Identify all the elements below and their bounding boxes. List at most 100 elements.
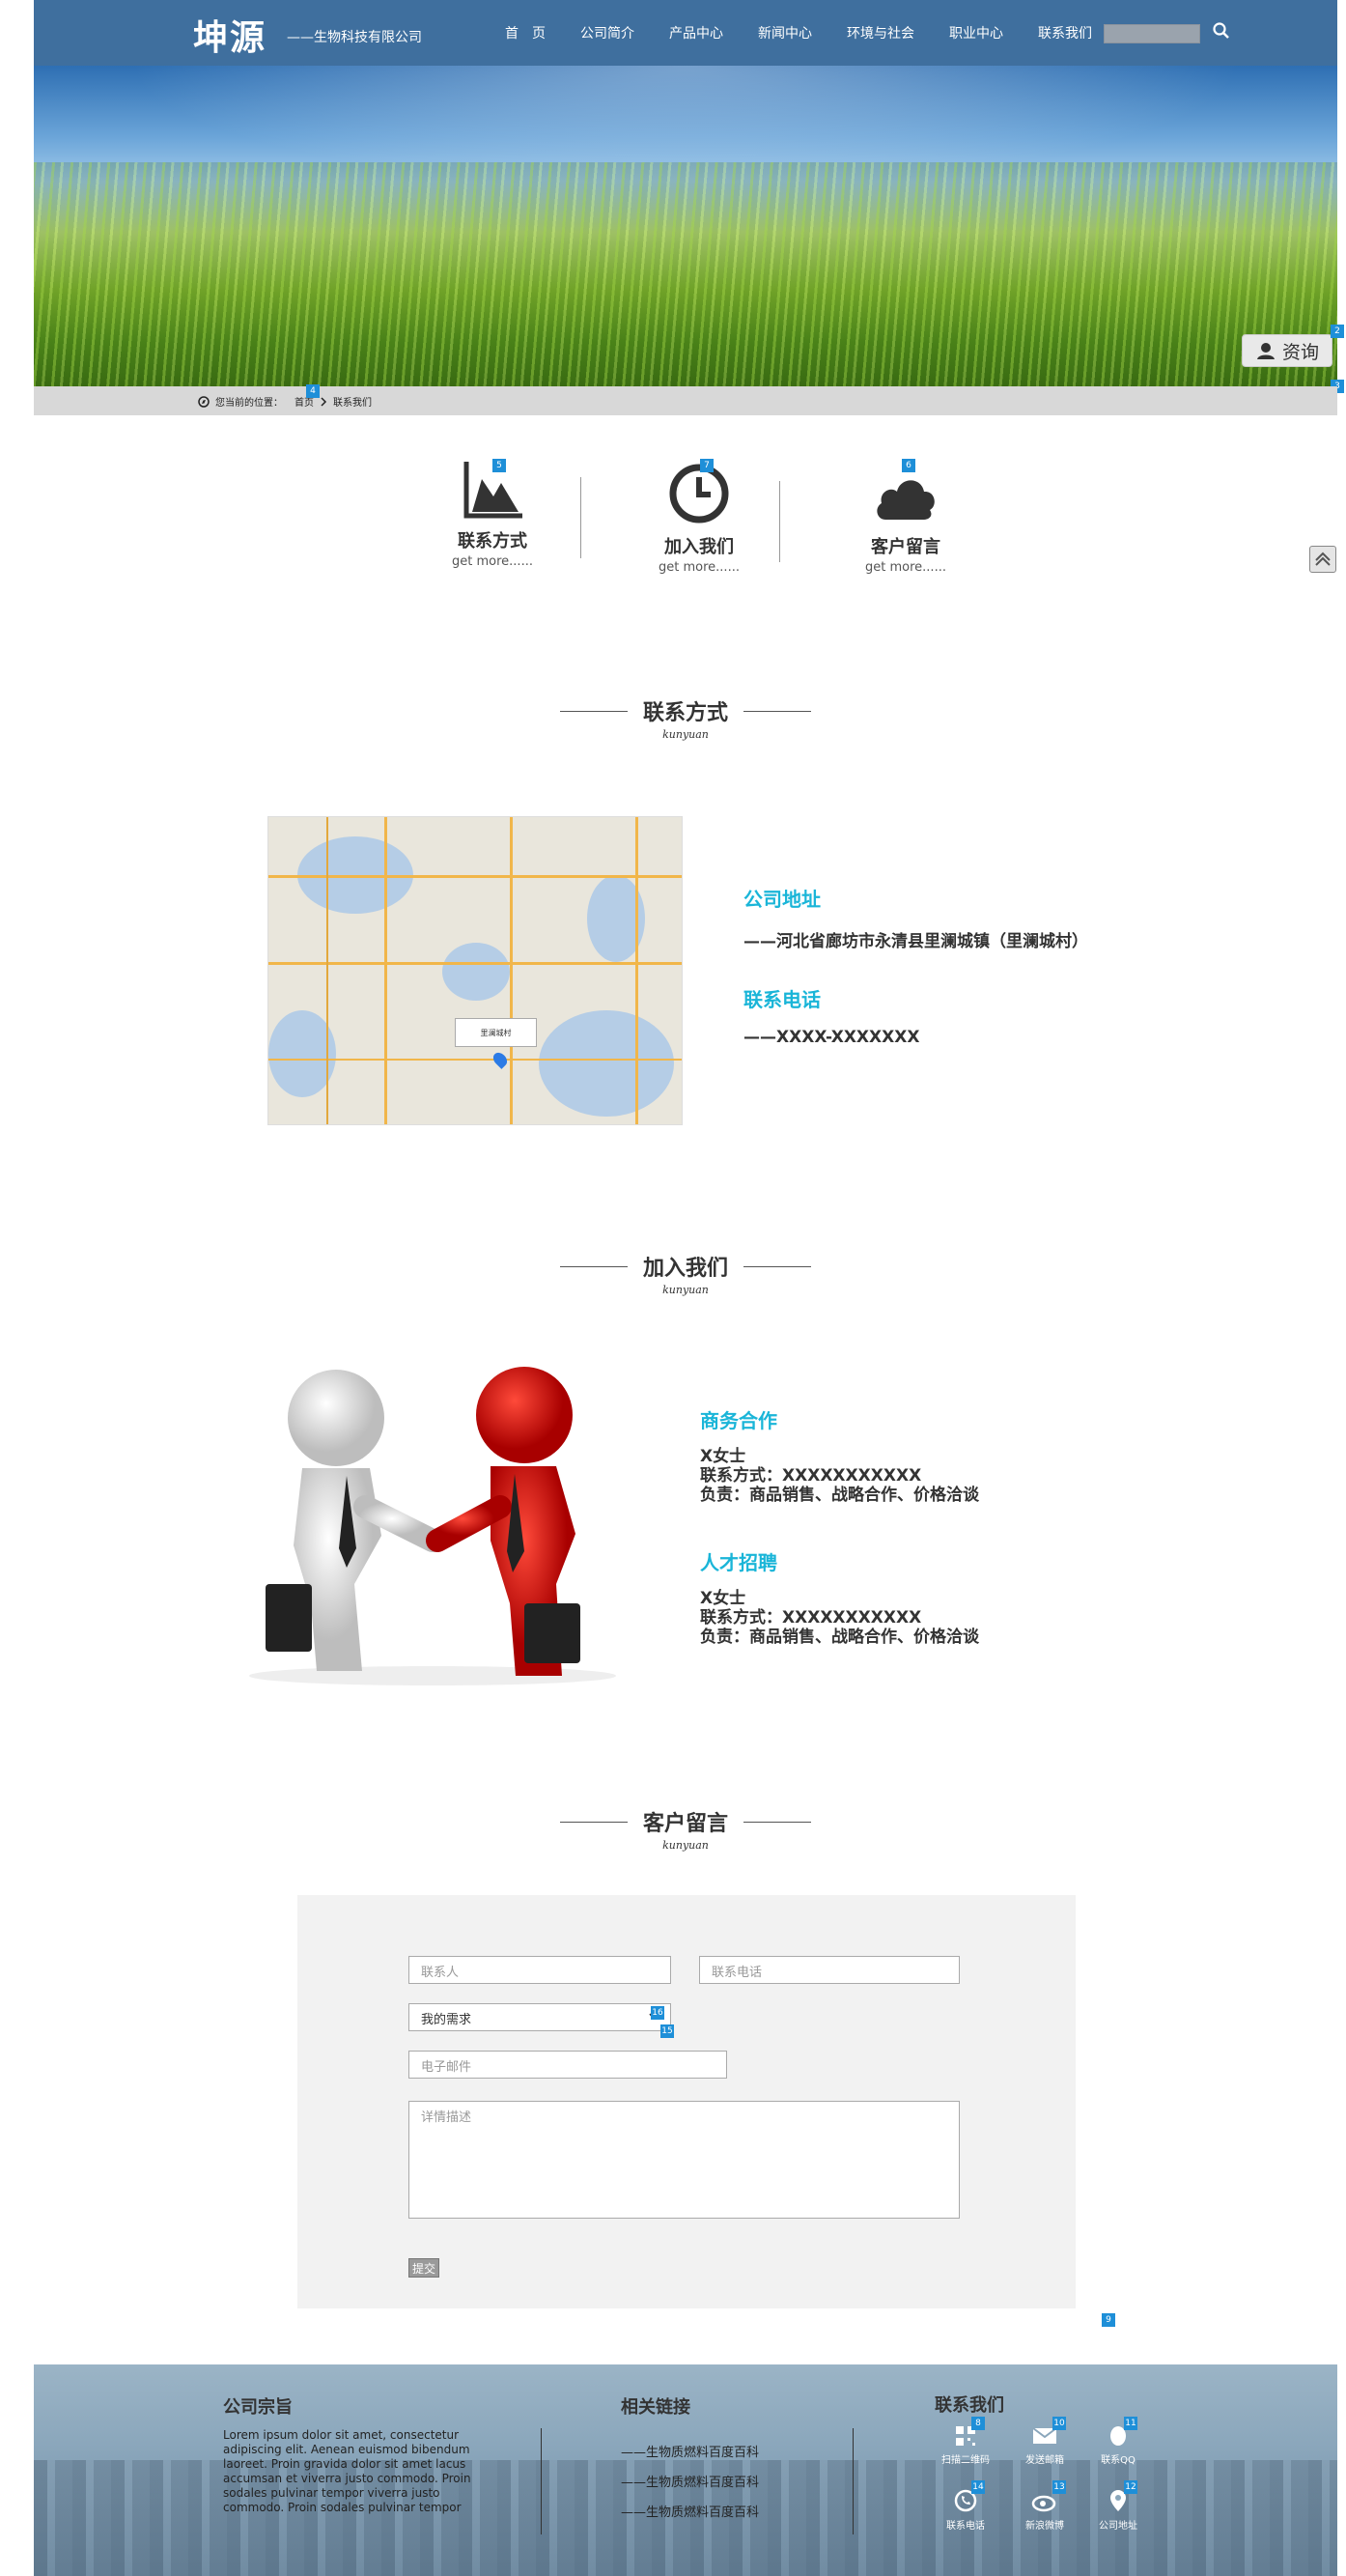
contact-phone-field[interactable]: 联系电话	[699, 1956, 960, 1984]
user-icon	[1256, 343, 1275, 359]
consult-button[interactable]: 资询	[1242, 334, 1332, 367]
contact-info: 公司地址 ——河北省廊坊市永清县里澜城镇（里澜城村） 联系电话 ——XXXX-X…	[743, 884, 1088, 1080]
footer-about: 公司宗旨 Lorem ipsum dolor sit amet, consect…	[223, 2393, 493, 2515]
footer-divider	[853, 2428, 854, 2534]
talent-contact: 联系方式：XXXXXXXXXXX	[700, 1608, 922, 1628]
category-join[interactable]: 加入我们 get more......	[631, 460, 767, 575]
business-duty: 负责：商品销售、战略合作、价格洽谈	[700, 1486, 979, 1505]
email-label: 发送邮箱	[1025, 2455, 1064, 2466]
category-title: 客户留言	[871, 537, 940, 557]
location-map[interactable]: 里澜城村	[267, 816, 683, 1125]
page-root: 坤源 ——生物科技有限公司 首 页 公司简介 产品中心 新闻中心 环境与社会 职…	[0, 0, 1346, 2576]
footer-contact-icons: 扫描二维码 8 发送邮箱 10 联系QQ 11 联系电话 14 新浪微博 13 …	[937, 2417, 1168, 2560]
qrcode-item[interactable]: 扫描二维码 8	[937, 2417, 995, 2466]
footer-links-title: 相关链接	[621, 2397, 690, 2418]
nav-item-products[interactable]: 产品中心	[652, 23, 741, 42]
category-title: 联系方式	[458, 531, 527, 552]
nav-item-home[interactable]: 首 页	[488, 23, 563, 42]
business-block: 商务合作 X女士 联系方式：XXXXXXXXXXX 负责：商品销售、战略合作、价…	[700, 1405, 979, 1505]
footer-contact-title: 联系我们	[935, 2395, 1004, 2416]
need-select[interactable]: 我的需求	[408, 2003, 671, 2031]
footer-about-text: Lorem ipsum dolor sit amet, consectetur …	[223, 2428, 471, 2514]
section-subtitle: kunyuan	[662, 1284, 709, 1296]
weibo-label: 新浪微博	[1025, 2521, 1064, 2532]
nav-item-environment[interactable]: 环境与社会	[829, 23, 932, 42]
category-more[interactable]: get more......	[838, 560, 973, 575]
compass-icon	[198, 395, 210, 408]
badge-8: 8	[971, 2417, 985, 2430]
clock-icon	[669, 464, 729, 524]
badge-12: 12	[1124, 2480, 1137, 2494]
nav-item-contact[interactable]: 联系我们	[1021, 23, 1109, 42]
hero-banner	[34, 66, 1337, 386]
map-pin-icon	[491, 1050, 510, 1069]
badge-9: 9	[1102, 2313, 1115, 2327]
logo-subtitle: ——生物科技有限公司	[287, 30, 422, 45]
address-value: ——河北省廊坊市永清县里澜城镇（里澜城村）	[743, 932, 1088, 951]
category-more[interactable]: get more......	[631, 560, 767, 575]
nav-item-news[interactable]: 新闻中心	[741, 23, 829, 42]
phone-label: 联系电话	[946, 2521, 985, 2532]
chevron-right-icon	[321, 396, 327, 407]
divider	[580, 477, 581, 558]
email-item[interactable]: 发送邮箱 10	[1016, 2417, 1074, 2466]
badge-10: 10	[1052, 2417, 1066, 2430]
search-input[interactable]	[1104, 24, 1200, 43]
phone-item[interactable]: 联系电话 14	[937, 2480, 995, 2532]
weibo-item[interactable]: 新浪微博 13	[1016, 2480, 1074, 2532]
main-nav: 首 页 公司简介 产品中心 新闻中心 环境与社会 职业中心 联系我们	[488, 23, 1109, 42]
message-form: 联系人 联系电话 我的需求 16 15 电子邮件 详情描述 提交	[297, 1895, 1076, 2308]
badge-13: 13	[1052, 2480, 1066, 2494]
category-message[interactable]: 客户留言 get more......	[838, 460, 973, 575]
section-subtitle: kunyuan	[662, 1839, 709, 1852]
detail-textarea[interactable]: 详情描述	[408, 2101, 960, 2219]
search-icon[interactable]	[1212, 21, 1231, 41]
need-select-value: 我的需求	[421, 2013, 472, 2027]
business-name: X女士	[700, 1447, 746, 1466]
handshake-image	[225, 1362, 640, 1685]
footer-contact: 联系我们	[935, 2392, 1004, 2417]
nav-item-careers[interactable]: 职业中心	[932, 23, 1021, 42]
badge-11: 11	[1124, 2417, 1137, 2430]
badge-6: 6	[902, 459, 915, 472]
chevron-up-icon	[1315, 552, 1331, 566]
footer-link[interactable]: ——生物质燃料百度百科	[621, 2442, 759, 2460]
consult-label: 资询	[1281, 341, 1319, 363]
breadcrumb-prefix: 您当前的位置：	[215, 398, 283, 409]
submit-button[interactable]: 提交	[408, 2258, 439, 2278]
talent-name: X女士	[700, 1589, 746, 1608]
section-subtitle: kunyuan	[662, 728, 709, 741]
section-heading: 联系方式	[642, 701, 728, 725]
phone-label: 联系电话	[743, 988, 821, 1011]
join-info: 商务合作 X女士 联系方式：XXXXXXXXXXX 负责：商品销售、战略合作、价…	[700, 1405, 979, 1689]
breadcrumb: 您当前的位置： 首页 联系我们 4	[34, 384, 1337, 415]
footer-link[interactable]: ——生物质燃料百度百科	[621, 2472, 759, 2490]
badge-14: 14	[971, 2480, 985, 2494]
qq-item[interactable]: 联系QQ 11	[1089, 2417, 1147, 2466]
footer-links: 相关链接 ——生物质燃料百度百科 ——生物质燃料百度百科 ——生物质燃料百度百科	[621, 2393, 759, 2520]
section-heading: 客户留言	[642, 1812, 728, 1836]
contact-name-field[interactable]: 联系人	[408, 1956, 671, 1984]
business-contact: 联系方式：XXXXXXXXXXX	[700, 1466, 922, 1486]
address-item[interactable]: 公司地址 12	[1089, 2480, 1147, 2532]
badge-2: 2	[1331, 325, 1344, 338]
breadcrumb-current: 联系我们	[333, 398, 372, 409]
footer-link[interactable]: ——生物质燃料百度百科	[621, 2502, 759, 2520]
badge-4: 4	[306, 384, 320, 398]
badge-7: 7	[700, 459, 714, 472]
phone-value: ——XXXX-XXXXXXX	[743, 1028, 920, 1047]
logo[interactable]: 坤源	[193, 10, 266, 60]
qq-label: 联系QQ	[1101, 2455, 1136, 2466]
nav-item-about[interactable]: 公司简介	[563, 23, 652, 42]
qrcode-label: 扫描二维码	[941, 2455, 990, 2466]
category-more[interactable]: get more......	[425, 554, 560, 569]
email-field[interactable]: 电子邮件	[408, 2051, 727, 2079]
back-to-top-button[interactable]	[1309, 546, 1336, 573]
talent-block: 人才招聘 X女士 联系方式：XXXXXXXXXXX 负责：商品销售、战略合作、价…	[700, 1547, 979, 1647]
divider	[779, 481, 780, 562]
address-label: 公司地址	[1099, 2521, 1137, 2532]
talent-duty: 负责：商品销售、战略合作、价格洽谈	[700, 1628, 979, 1647]
footer-divider	[541, 2428, 542, 2534]
map-popup: 里澜城村	[455, 1018, 537, 1047]
badge-5: 5	[492, 459, 506, 472]
